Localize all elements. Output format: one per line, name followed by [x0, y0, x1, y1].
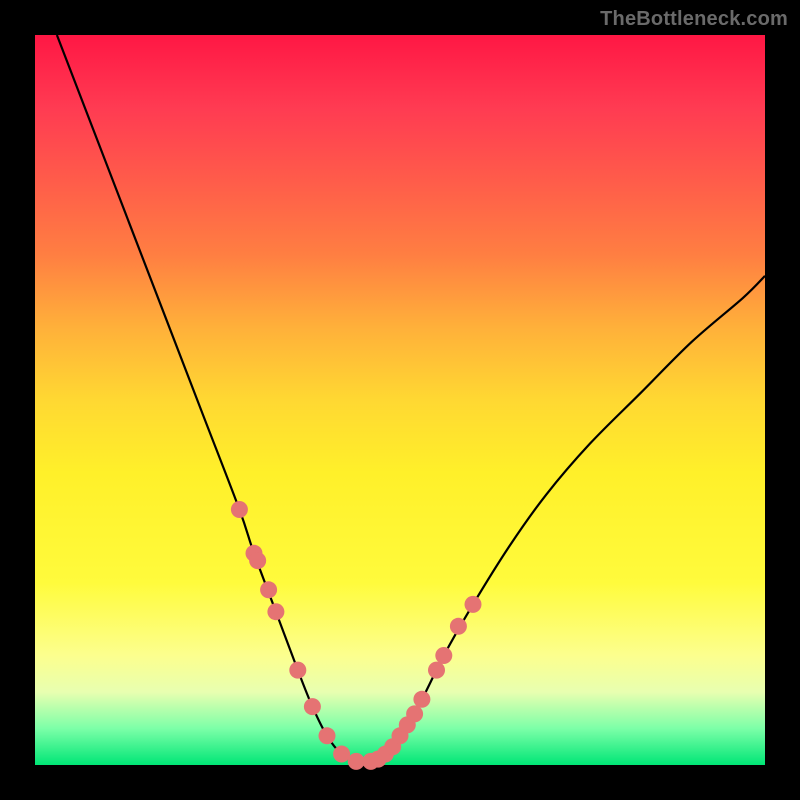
bottleneck-curve-svg	[35, 35, 765, 765]
data-dot	[435, 647, 452, 664]
data-dot	[413, 691, 430, 708]
data-dot	[319, 727, 336, 744]
data-dots	[231, 501, 482, 770]
watermark-text: TheBottleneck.com	[600, 8, 788, 31]
data-dot	[465, 596, 482, 613]
data-dot	[450, 618, 467, 635]
data-dot	[260, 581, 277, 598]
plot-gradient-area	[35, 35, 765, 765]
data-dot	[267, 603, 284, 620]
bottleneck-curve	[57, 35, 765, 762]
data-dot	[348, 753, 365, 770]
data-dot	[406, 705, 423, 722]
data-dot	[428, 662, 445, 679]
data-dot	[304, 698, 321, 715]
data-dot	[231, 501, 248, 518]
data-dot	[333, 746, 350, 763]
data-dot	[249, 552, 266, 569]
data-dot	[289, 662, 306, 679]
